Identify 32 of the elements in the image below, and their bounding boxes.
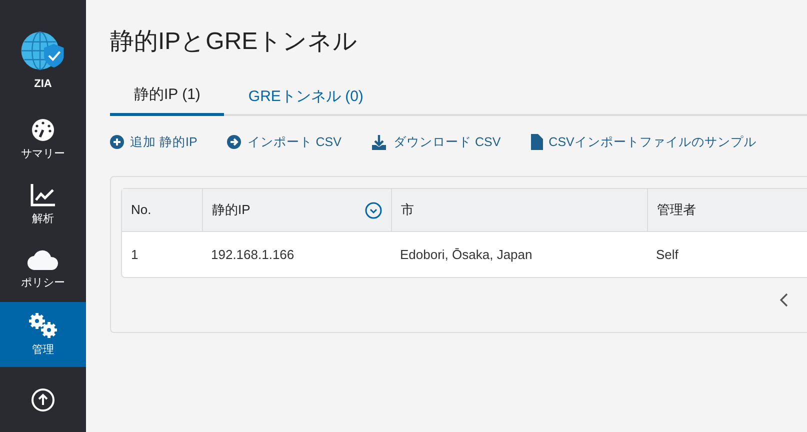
column-header[interactable]: 管理者 xyxy=(647,189,807,232)
chevron-down-circle-icon[interactable] xyxy=(365,202,382,218)
action-link[interactable]: ダウンロード CSV xyxy=(371,132,501,152)
arrow-circle-icon xyxy=(227,135,242,149)
tab[interactable]: 静的IP (1) xyxy=(110,78,224,116)
action-link[interactable]: CSVインポートファイルのサンプル xyxy=(530,132,756,152)
column-header[interactable]: 静的IP xyxy=(202,189,391,232)
globe-shield-icon xyxy=(20,30,66,72)
nav-item[interactable]: 解析 xyxy=(0,172,86,238)
nav-item[interactable]: ポリシー xyxy=(0,238,86,302)
action-link[interactable]: 追加 静的IP xyxy=(110,132,198,152)
file-icon xyxy=(530,134,543,150)
nav-item[interactable]: 管理 xyxy=(0,302,86,368)
gears-icon xyxy=(28,312,58,338)
column-header[interactable]: 市 xyxy=(391,189,647,232)
table-cell-text: Edobori, Ōsaka, Japan xyxy=(399,246,534,264)
table-cell-text: Self xyxy=(655,246,680,264)
download-icon xyxy=(371,134,388,150)
page-title: 静的IPとGREトンネル xyxy=(110,27,359,57)
plus-circle-icon xyxy=(110,135,124,149)
cloud-icon xyxy=(27,248,59,271)
table-cell-text: 1 xyxy=(130,246,140,264)
product-logo[interactable]: ZIA xyxy=(0,30,86,92)
column-header[interactable]: No. xyxy=(122,189,202,232)
table-cell-text: 192.168.1.166 xyxy=(210,246,296,264)
chevron-left-icon[interactable] xyxy=(780,293,788,307)
action-link[interactable]: インポート CSV xyxy=(227,132,342,152)
line-chart-icon xyxy=(30,182,56,207)
tab[interactable]: GREトンネル (0) xyxy=(224,78,388,116)
gauge-icon xyxy=(31,118,55,142)
nav-item[interactable]: サマリー xyxy=(0,108,86,173)
upload-icon xyxy=(31,388,55,412)
